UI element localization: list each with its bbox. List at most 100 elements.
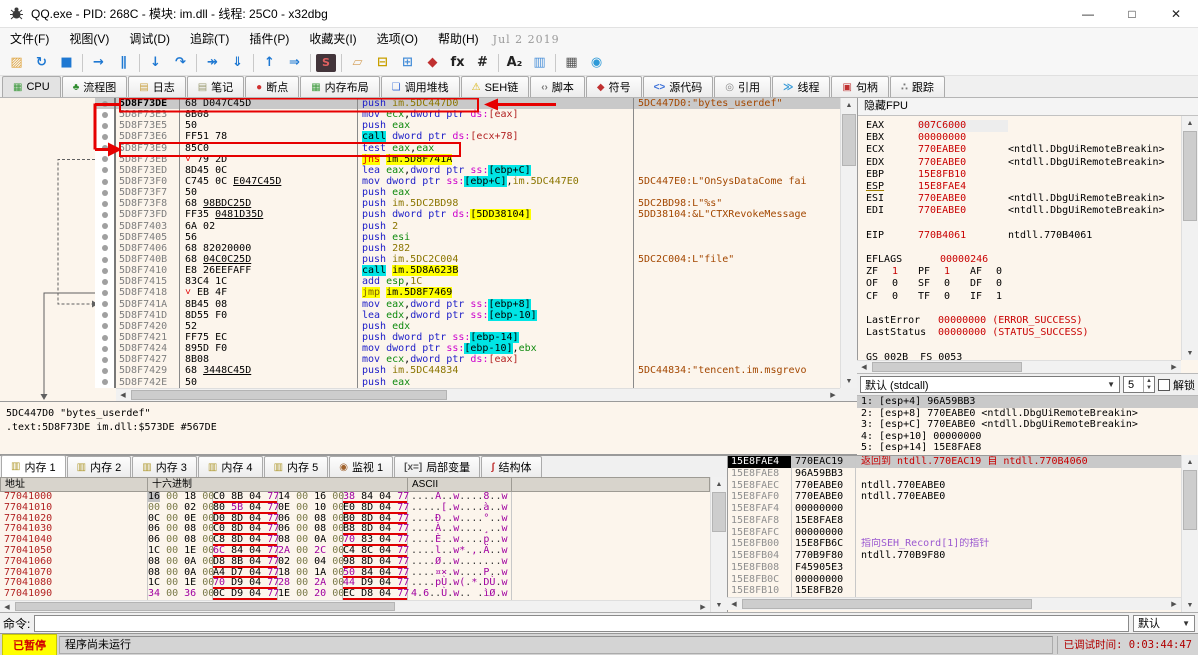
calculator-icon[interactable]: ▦ — [559, 52, 584, 74]
breakpoint-dot-icon[interactable] — [101, 278, 108, 285]
globe-icon[interactable]: ◉ — [584, 52, 609, 74]
breakpoint-gutter[interactable] — [95, 320, 116, 332]
breakpoint-dot-icon[interactable] — [101, 178, 108, 185]
segment-registers-row[interactable]: GS 002B FS 0053 — [858, 352, 1182, 360]
stack-hscrollbar[interactable]: ◀ ▶ — [727, 597, 1181, 610]
call-argument-row[interactable]: 4: [esp+10] 00000000 — [857, 431, 1198, 443]
scroll-right-icon[interactable]: ▶ — [1167, 361, 1181, 373]
patch-icon[interactable]: ▱ — [345, 52, 370, 74]
stack-row[interactable]: 15E8FAFC 00000000 — [728, 526, 1182, 539]
breakpoint-dot-icon[interactable] — [101, 100, 108, 107]
stack-scrollbar[interactable]: ▲ ▼ — [1181, 455, 1198, 612]
hash-icon[interactable]: # — [470, 52, 495, 74]
tab-watch-1[interactable]: ◉ 监视 1 — [329, 456, 394, 477]
tab-breakpoints[interactable]: ● 断点 — [245, 76, 300, 97]
open-file-icon[interactable]: ▨ — [4, 52, 29, 74]
breakpoint-gutter[interactable] — [95, 365, 116, 377]
stack-row[interactable]: 15E8FB0C 00000000 — [728, 573, 1182, 586]
pause-icon[interactable]: ∥ — [111, 52, 136, 74]
breakpoint-dot-icon[interactable] — [101, 133, 108, 140]
breakpoint-dot-icon[interactable] — [101, 111, 108, 118]
menu-item[interactable]: 插件(P) — [239, 32, 299, 46]
register-row[interactable]: EBP 15E8FB10 — [858, 169, 1182, 181]
calling-convention-select[interactable]: 默认 (stdcall) ▼ — [860, 376, 1120, 393]
menu-item[interactable]: 选项(O) — [367, 32, 428, 46]
comment-icon[interactable]: ⊟ — [370, 52, 395, 74]
breakpoint-dot-icon[interactable] — [101, 234, 108, 241]
scroll-right-icon[interactable]: ▶ — [826, 389, 840, 401]
disassembly-scrollbar[interactable]: ▲ ▼ — [840, 98, 857, 388]
tab-dump-5[interactable]: ▥ 内存 5 — [263, 456, 329, 477]
flags-row[interactable]: CF 0 TF 0 IF 1 — [858, 291, 1182, 303]
stack-row[interactable]: 15E8FAF4 00000000 — [728, 503, 1182, 515]
menu-item[interactable]: 追踪(T) — [180, 32, 239, 46]
breakpoint-dot-icon[interactable] — [101, 301, 108, 308]
disasm-row[interactable]: 5D8F7429 68 3448C45D push im.5DC44834 5DC44… — [0, 365, 840, 377]
scroll-left-icon[interactable]: ◀ — [857, 361, 871, 373]
tab-references[interactable]: ◎ 引用 — [714, 76, 772, 97]
breakpoint-gutter[interactable] — [95, 175, 116, 188]
stack-row[interactable]: 15E8FAE8 96A59BB3 — [728, 467, 1182, 480]
minimize-button[interactable]: — — [1066, 0, 1110, 28]
breakpoint-dot-icon[interactable] — [101, 334, 108, 341]
breakpoint-dot-icon[interactable] — [101, 379, 108, 386]
breakpoint-gutter[interactable] — [95, 120, 116, 132]
label-icon[interactable]: ⊞ — [395, 52, 420, 74]
scroll-right-icon[interactable]: ▶ — [1167, 598, 1181, 610]
register-row[interactable]: EIP 770B4061 ntdll.770B4061 — [858, 230, 1182, 242]
scroll-right-icon[interactable]: ▶ — [696, 601, 710, 612]
seh-s-icon[interactable]: S — [316, 53, 336, 72]
memory-dump-view[interactable]: 77041000 16 00 18 00 C0 8B 04 77 14 00 16 0… — [0, 492, 710, 600]
tab-memory-map[interactable]: ▦ 内存布局 — [300, 76, 380, 97]
register-row[interactable]: EDI 770EABE0 <ntdll.DbgUiRemoteBreakin> — [858, 205, 1182, 217]
menu-item[interactable]: 文件(F) — [0, 32, 59, 46]
modules-icon[interactable]: ▥ — [527, 52, 552, 74]
step-over-icon[interactable]: ↷ — [168, 52, 193, 74]
breakpoint-gutter[interactable] — [95, 98, 116, 110]
step-into-icon[interactable]: ↓ — [143, 52, 168, 74]
lasterror-row[interactable]: LastStatus 00000000 (STATUS_SUCCESS) — [858, 327, 1182, 339]
breakpoint-gutter[interactable] — [95, 220, 116, 232]
run-icon[interactable]: → — [86, 52, 111, 74]
disasm-row[interactable]: 5D8F7415 83C4 1C add esp,1C — [0, 276, 840, 288]
attach-icon[interactable]: ⇒ — [282, 52, 307, 74]
breakpoint-dot-icon[interactable] — [101, 345, 108, 352]
breakpoint-dot-icon[interactable] — [101, 200, 108, 207]
call-argument-row[interactable]: 5: [esp+14] 15E8FAE8 — [857, 442, 1198, 454]
disasm-row[interactable]: 5D8F7424 895D F0 mov dword ptr ss:[ebp-10]… — [0, 343, 840, 355]
call-arguments-list[interactable]: 1: [esp+4] 96A59BB3 2: [esp+8] 770EABE0 <… — [857, 395, 1198, 455]
close-button[interactable]: ✕ — [1154, 0, 1198, 28]
disasm-row[interactable]: 5D8F73E9 85C0 test eax,eax — [0, 142, 840, 154]
disasm-row[interactable]: 5D8F73F8 68 98BDC25D push im.5DC2BD98 5DC2B… — [0, 198, 840, 210]
breakpoint-gutter[interactable] — [95, 109, 116, 121]
disasm-row[interactable]: 5D8F73FD FF35 0481D35D push dword ptr ds:[… — [0, 209, 840, 221]
scroll-up-icon[interactable]: ▲ — [1182, 455, 1198, 469]
disasm-row[interactable]: 5D8F741D 8D55 F0 lea edx,dword ptr ss:[ebp… — [0, 309, 840, 321]
disasm-row[interactable]: 5D8F73DE 68 D047C45D push im.5DC447D0 5DC44… — [0, 98, 840, 110]
command-input[interactable] — [34, 614, 1129, 632]
tab-locals[interactable]: [x=] 局部变量 — [394, 456, 481, 477]
command-script-select[interactable]: 默认 ▼ — [1133, 614, 1195, 632]
breakpoint-dot-icon[interactable] — [101, 156, 108, 163]
scroll-down-icon[interactable]: ▼ — [1182, 346, 1198, 360]
tab-dump-2[interactable]: ▥ 内存 2 — [66, 456, 132, 477]
scroll-down-icon[interactable]: ▼ — [711, 598, 727, 612]
stack-row[interactable]: 15E8FB00 15E8FB6C 指向SEH_Record[1]的指针 — [728, 538, 1182, 550]
call-argument-row[interactable]: 3: [esp+C] 770EABE0 <ntdll.DbgUiRemoteBr… — [857, 419, 1198, 431]
tab-threads[interactable]: ≫ 线程 — [772, 76, 831, 97]
disasm-row[interactable]: 5D8F742E 50 push eax — [0, 376, 840, 388]
breakpoint-dot-icon[interactable] — [101, 122, 108, 129]
tab-symbols[interactable]: ◆ 符号 — [585, 76, 642, 97]
register-row[interactable]: EFLAGS 00000246 — [858, 254, 1182, 266]
tab-dump-3[interactable]: ▥ 内存 3 — [132, 456, 197, 477]
flags-row[interactable]: ZF 1 PF 1 AF 0 — [858, 266, 1182, 278]
register-row[interactable]: EDX 770EABE0 <ntdll.DbgUiRemoteBreakin> — [858, 157, 1182, 169]
register-row[interactable]: EAX 007C6000 — [858, 120, 1182, 133]
call-argument-row[interactable]: 1: [esp+4] 96A59BB3 — [857, 396, 1198, 408]
breakpoint-dot-icon[interactable] — [101, 367, 108, 374]
disasm-row[interactable]: 5D8F73F0 C745 0C E047C45D mov dword ptr ss… — [0, 175, 840, 188]
disasm-row[interactable]: 5D8F7403 6A 02 push 2 — [0, 220, 840, 232]
menu-item[interactable]: 收藏夹(I) — [299, 32, 366, 46]
breakpoint-gutter[interactable] — [95, 164, 116, 176]
disasm-row[interactable]: 5D8F7421 FF75 EC push dword ptr ss:[ebp-14… — [0, 331, 840, 344]
